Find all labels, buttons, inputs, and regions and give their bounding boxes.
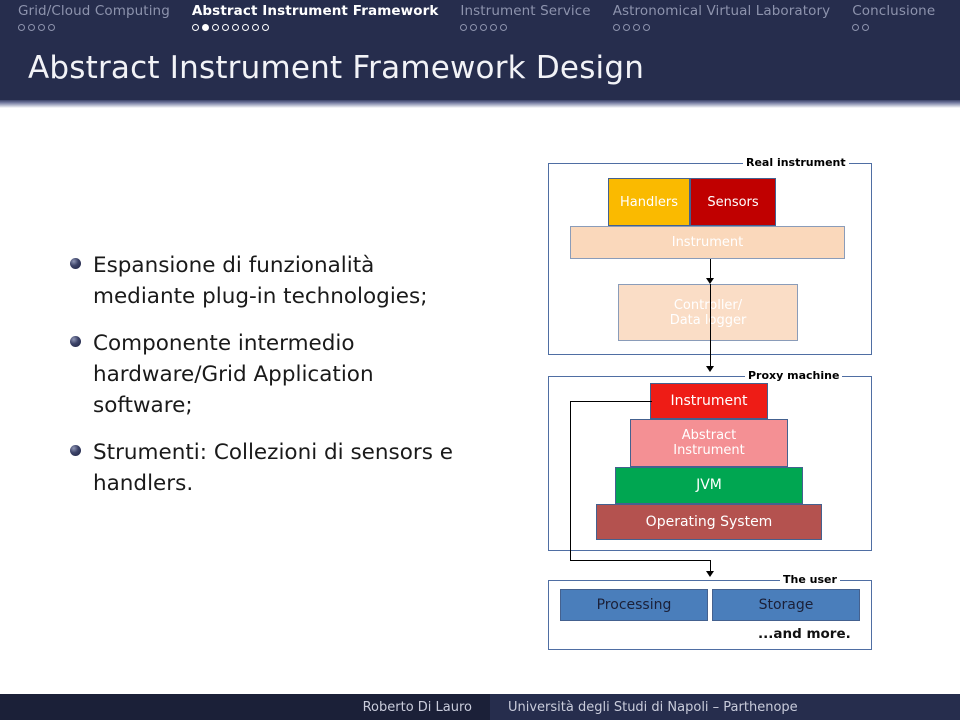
progress-dot[interactable] bbox=[862, 24, 870, 31]
bullet-icon bbox=[70, 336, 81, 347]
progress-dot[interactable] bbox=[231, 24, 239, 31]
progress-dot[interactable] bbox=[221, 24, 229, 31]
progress-dot[interactable] bbox=[48, 24, 55, 31]
slide-content: Espansione di funzionalità mediante plug… bbox=[0, 110, 960, 680]
bullet-icon bbox=[70, 445, 81, 456]
progress-dot[interactable] bbox=[852, 24, 860, 31]
block-operating-system[interactable]: Operating System bbox=[596, 504, 822, 540]
block-label: Sensors bbox=[707, 194, 759, 210]
footer-author-area: Roberto Di Lauro bbox=[0, 694, 490, 720]
bullet-text: Componente intermedio hardware/Grid Appl… bbox=[93, 331, 374, 418]
progress-dot[interactable] bbox=[38, 24, 45, 31]
nav-progress-dots bbox=[612, 24, 650, 31]
nav-label: Grid/Cloud Computing bbox=[18, 3, 170, 19]
bullet-list: Espansione di funzionalità mediante plug… bbox=[70, 250, 470, 515]
nav-label: Abstract Instrument Framework bbox=[191, 3, 439, 19]
nav-label: Astronomical Virtual Laboratory bbox=[612, 3, 831, 19]
progress-dot[interactable] bbox=[480, 24, 488, 31]
header-gradient-divider bbox=[0, 100, 960, 108]
progress-dot[interactable] bbox=[622, 24, 630, 31]
progress-dot[interactable] bbox=[241, 24, 249, 31]
progress-dot[interactable] bbox=[490, 24, 498, 31]
group-label-proxy-machine: Proxy machine bbox=[745, 370, 843, 382]
block-jvm[interactable]: JVM bbox=[615, 467, 803, 504]
footer-author: Roberto Di Lauro bbox=[362, 699, 472, 715]
nav-progress-dots bbox=[191, 24, 269, 31]
block-storage[interactable]: Storage bbox=[712, 589, 860, 621]
progress-dot[interactable] bbox=[460, 24, 468, 31]
page-title: Abstract Instrument Framework Design bbox=[28, 50, 645, 86]
nav-section-conclusione[interactable]: Conclusione bbox=[852, 3, 935, 31]
nav-progress-dots bbox=[852, 24, 870, 31]
connector-proxy-out-top bbox=[570, 401, 652, 403]
section-navbar: Grid/Cloud Computing Abstract Instrument… bbox=[0, 0, 960, 42]
list-item: Espansione di funzionalità mediante plug… bbox=[70, 250, 470, 312]
progress-dot[interactable] bbox=[470, 24, 478, 31]
progress-dot[interactable] bbox=[612, 24, 620, 31]
block-label: Instrument bbox=[670, 392, 748, 409]
progress-dot[interactable] bbox=[632, 24, 640, 31]
footer-affiliation: Università degli Studi di Napoli – Parth… bbox=[508, 699, 798, 715]
block-label: Processing bbox=[596, 596, 672, 613]
progress-dot[interactable] bbox=[642, 24, 650, 31]
block-label: Operating System bbox=[645, 513, 773, 530]
nav-section-astronomical-virtual-laboratory[interactable]: Astronomical Virtual Laboratory bbox=[612, 3, 831, 31]
bullet-icon bbox=[70, 258, 81, 269]
group-label-the-user: The user bbox=[780, 574, 840, 586]
block-label: Handlers bbox=[620, 194, 678, 210]
progress-dot[interactable] bbox=[261, 24, 269, 31]
list-item: Componente intermedio hardware/Grid Appl… bbox=[70, 328, 470, 421]
group-label-real-instrument: Real instrument bbox=[743, 157, 849, 169]
nav-label: Instrument Service bbox=[460, 3, 591, 19]
connector-proxy-out-down bbox=[570, 401, 572, 561]
footer-affiliation-area: Università degli Studi di Napoli – Parth… bbox=[490, 694, 960, 720]
block-handlers[interactable]: Handlers bbox=[608, 178, 690, 226]
progress-dot[interactable] bbox=[251, 24, 259, 31]
progress-dot[interactable] bbox=[500, 24, 508, 31]
block-label: Storage bbox=[758, 596, 814, 613]
progress-dot[interactable] bbox=[28, 24, 35, 31]
nav-section-instrument-service[interactable]: Instrument Service bbox=[460, 3, 591, 31]
block-controller-data-logger[interactable]: Controller/ Data logger bbox=[618, 284, 798, 341]
slide-header: Grid/Cloud Computing Abstract Instrument… bbox=[0, 0, 960, 100]
nav-progress-dots bbox=[18, 24, 55, 31]
arrowhead-icon bbox=[706, 571, 714, 577]
connector-proxy-out-bottom bbox=[570, 560, 711, 562]
block-label: Abstract Instrument bbox=[673, 428, 745, 458]
nav-progress-dots bbox=[460, 24, 508, 31]
block-processing[interactable]: Processing bbox=[560, 589, 708, 621]
progress-dot[interactable] bbox=[18, 24, 25, 31]
block-instrument-proxy[interactable]: Instrument bbox=[650, 383, 768, 419]
progress-dot[interactable] bbox=[211, 24, 219, 31]
progress-dot[interactable] bbox=[191, 24, 199, 31]
block-abstract-instrument[interactable]: Abstract Instrument bbox=[630, 419, 788, 467]
arrowhead-icon bbox=[706, 366, 714, 372]
block-sensors[interactable]: Sensors bbox=[690, 178, 776, 226]
list-item: Strumenti: Collezioni di sensors e handl… bbox=[70, 437, 470, 499]
block-label: Instrument bbox=[671, 235, 744, 250]
and-more-note: ...and more. bbox=[758, 626, 851, 642]
connector-real-to-proxy bbox=[710, 284, 712, 368]
nav-section-grid-cloud-computing[interactable]: Grid/Cloud Computing bbox=[18, 3, 170, 31]
bullet-text: Espansione di funzionalità mediante plug… bbox=[93, 253, 428, 309]
nav-section-abstract-instrument-framework[interactable]: Abstract Instrument Framework bbox=[191, 3, 439, 31]
block-label: Controller/ Data logger bbox=[669, 297, 747, 328]
architecture-diagram: Real instrument Handlers Sensors Instrum… bbox=[540, 145, 880, 655]
nav-label: Conclusione bbox=[852, 3, 936, 19]
progress-dot-current[interactable] bbox=[201, 24, 209, 31]
block-instrument-real[interactable]: Instrument bbox=[570, 226, 845, 259]
slide-footer: Roberto Di Lauro Università degli Studi … bbox=[0, 694, 960, 720]
bullet-text: Strumenti: Collezioni di sensors e handl… bbox=[93, 440, 453, 496]
block-label: JVM bbox=[696, 477, 722, 493]
